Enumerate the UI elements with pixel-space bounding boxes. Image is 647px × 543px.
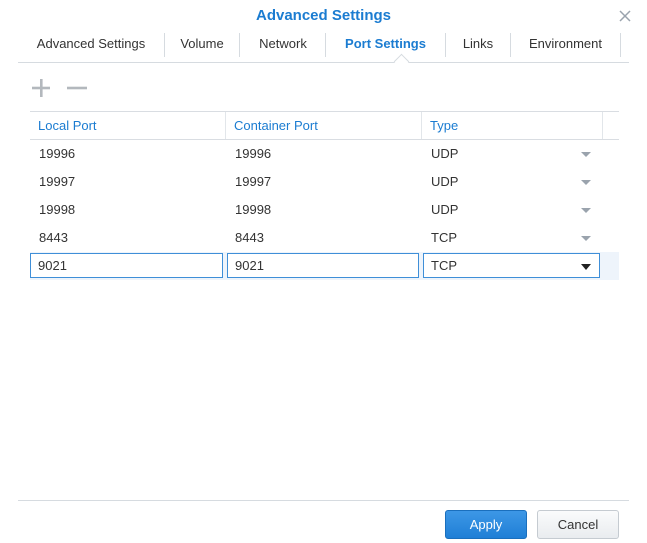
tab-links[interactable]: Links (446, 31, 510, 57)
column-header-local-port[interactable]: Local Port (30, 112, 226, 139)
container-port-cell[interactable]: 19997 (226, 168, 422, 196)
table-row[interactable]: 19996 19996 UDP (30, 140, 619, 168)
tab-advanced-settings[interactable]: Advanced Settings (18, 31, 164, 57)
chevron-down-icon[interactable] (581, 236, 591, 241)
chevron-down-icon[interactable] (581, 208, 591, 213)
tab-volume[interactable]: Volume (165, 31, 239, 57)
tab-network[interactable]: Network (240, 31, 326, 57)
local-port-input[interactable]: 9021 (30, 253, 223, 278)
type-cell[interactable]: UDP (422, 168, 572, 196)
type-cell[interactable]: UDP (422, 140, 572, 168)
column-header-container-port[interactable]: Container Port (226, 112, 422, 139)
type-cell[interactable]: TCP (422, 224, 572, 252)
column-header-type[interactable]: Type (422, 112, 602, 139)
local-port-cell[interactable]: 19997 (30, 168, 226, 196)
dialog-title: Advanced Settings (255, 7, 392, 24)
minus-icon[interactable] (66, 77, 88, 99)
local-port-cell[interactable]: 8443 (30, 224, 226, 252)
table-header: Local Port Container Port Type (30, 112, 619, 140)
apply-button[interactable]: Apply (445, 510, 527, 539)
table-row[interactable]: 19998 19998 UDP (30, 196, 619, 224)
type-select[interactable]: TCP (423, 253, 600, 278)
tab-divider (620, 33, 621, 57)
tab-bar: Advanced Settings Volume Network Port Se… (18, 31, 629, 70)
type-cell[interactable]: UDP (422, 196, 572, 224)
editing-row[interactable]: 9021 9021 TCP (30, 252, 619, 280)
footer-divider (18, 500, 629, 501)
column-divider (602, 112, 603, 139)
container-port-cell[interactable]: 8443 (226, 224, 422, 252)
container-port-cell[interactable]: 19996 (226, 140, 422, 168)
tab-environment[interactable]: Environment (511, 31, 620, 57)
close-icon[interactable] (617, 8, 633, 24)
chevron-down-icon[interactable] (581, 152, 591, 157)
container-port-input[interactable]: 9021 (227, 253, 419, 278)
cancel-button[interactable]: Cancel (537, 510, 619, 539)
container-port-cell[interactable]: 19998 (226, 196, 422, 224)
local-port-cell[interactable]: 19998 (30, 196, 226, 224)
local-port-cell[interactable]: 19996 (30, 140, 226, 168)
plus-icon[interactable] (30, 77, 52, 99)
table-row[interactable]: 8443 8443 TCP (30, 224, 619, 252)
chevron-down-icon[interactable] (581, 180, 591, 185)
tab-port-settings[interactable]: Port Settings (326, 31, 445, 57)
port-table: Local Port Container Port Type 19996 199… (30, 111, 619, 280)
chevron-down-icon[interactable] (581, 264, 591, 270)
table-row[interactable]: 19997 19997 UDP (30, 168, 619, 196)
